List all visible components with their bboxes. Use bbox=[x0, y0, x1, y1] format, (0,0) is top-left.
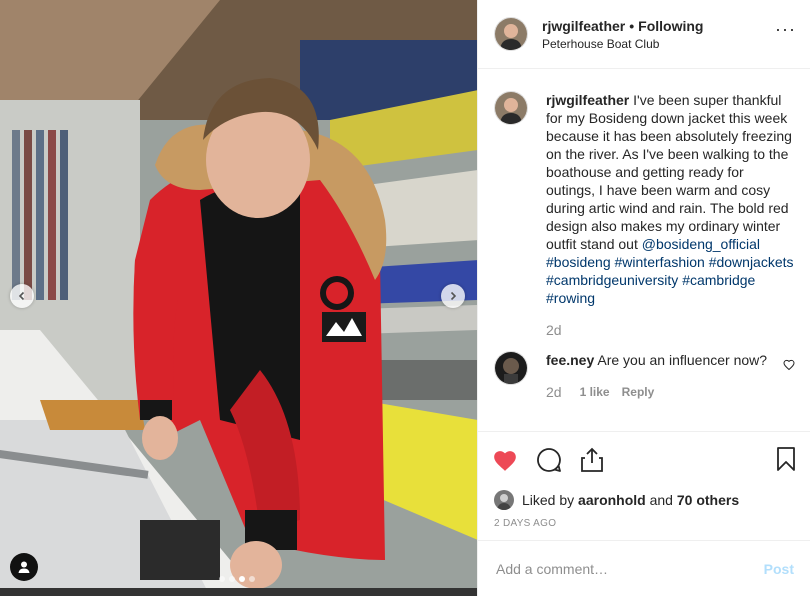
likes-summary: Liked by aaronhold and 70 others bbox=[478, 488, 810, 512]
previous-slide-button[interactable] bbox=[10, 284, 34, 308]
share-button[interactable] bbox=[580, 447, 604, 473]
comment-time[interactable]: 2d bbox=[546, 383, 562, 401]
comment-button[interactable] bbox=[536, 447, 562, 473]
caption-author-avatar[interactable] bbox=[494, 91, 528, 125]
liker-avatar[interactable] bbox=[494, 490, 514, 510]
add-comment-bar: Post bbox=[478, 540, 810, 596]
comment-likes[interactable]: 1 like bbox=[580, 383, 610, 401]
separator: • bbox=[629, 17, 635, 34]
hashtag-link[interactable]: #downjackets bbox=[709, 254, 794, 270]
photo-illustration bbox=[0, 0, 477, 596]
comment-bubble-icon bbox=[537, 448, 561, 472]
likes-others-link[interactable]: 70 others bbox=[677, 492, 739, 508]
commenter-username[interactable]: fee.ney bbox=[546, 352, 594, 368]
post-photo[interactable] bbox=[0, 0, 477, 596]
post-actions bbox=[478, 431, 810, 488]
hashtag-link[interactable]: #cambridge bbox=[682, 272, 755, 288]
bookmark-icon bbox=[777, 447, 795, 471]
liked-by-prefix: Liked by bbox=[522, 492, 575, 508]
comment-text: Are you an influencer now? bbox=[597, 352, 768, 368]
next-slide-button[interactable] bbox=[441, 284, 465, 308]
share-icon bbox=[581, 447, 603, 472]
liker-username[interactable]: aaronhold bbox=[578, 492, 646, 508]
carousel-indicator bbox=[219, 576, 255, 582]
hashtag-link[interactable]: #bosideng bbox=[546, 254, 611, 270]
comment-item: fee.ney Are you an influencer now? 2d 1 … bbox=[494, 351, 795, 401]
author-avatar[interactable] bbox=[494, 17, 528, 51]
comments-section: rjwgilfeather I've been super thankful f… bbox=[478, 69, 810, 431]
post-header: rjwgilfeather • Following Peterhouse Boat … bbox=[478, 0, 810, 69]
avatar-image bbox=[494, 490, 514, 510]
mention-link[interactable]: @bosideng_official bbox=[642, 236, 760, 252]
avatar-image bbox=[495, 18, 527, 50]
carousel-dot bbox=[229, 576, 235, 582]
instagram-post: rjwgilfeather • Following Peterhouse Boat … bbox=[0, 0, 810, 596]
tagged-users-button[interactable] bbox=[10, 553, 38, 581]
user-icon bbox=[18, 561, 30, 573]
more-options-icon[interactable]: ··· bbox=[775, 20, 796, 38]
heart-filled-icon bbox=[494, 451, 516, 471]
post-timestamp[interactable]: 2 DAYS AGO bbox=[478, 512, 810, 540]
chevron-left-icon bbox=[18, 291, 25, 301]
reply-button[interactable]: Reply bbox=[622, 383, 655, 401]
caption: rjwgilfeather I've been super thankful f… bbox=[494, 91, 794, 339]
carousel-dot bbox=[249, 576, 255, 582]
chevron-right-icon bbox=[450, 291, 457, 301]
carousel-dot bbox=[219, 576, 225, 582]
carousel-dot-active bbox=[239, 576, 245, 582]
caption-text: I've been super thankful for my Bosideng… bbox=[546, 92, 792, 252]
hashtag-link[interactable]: #winterfashion bbox=[615, 254, 705, 270]
author-username[interactable]: rjwgilfeather bbox=[542, 18, 625, 34]
like-button[interactable] bbox=[492, 448, 518, 472]
like-comment-heart-icon[interactable] bbox=[783, 359, 795, 371]
caption-username[interactable]: rjwgilfeather bbox=[546, 92, 629, 108]
avatar-image bbox=[495, 92, 527, 124]
commenter-avatar[interactable] bbox=[494, 351, 528, 385]
post-location[interactable]: Peterhouse Boat Club bbox=[542, 37, 703, 51]
post-details-panel: rjwgilfeather • Following Peterhouse Boat … bbox=[477, 0, 810, 596]
save-button[interactable] bbox=[776, 446, 796, 475]
comment-input[interactable] bbox=[494, 559, 764, 578]
hashtag-link[interactable]: #cambridgeuniversity bbox=[546, 272, 678, 288]
following-button[interactable]: Following bbox=[638, 18, 703, 34]
post-comment-button[interactable]: Post bbox=[764, 561, 794, 577]
caption-time[interactable]: 2d bbox=[546, 321, 562, 339]
hashtag-link[interactable]: #rowing bbox=[546, 290, 595, 306]
avatar-image bbox=[495, 352, 527, 384]
likes-conjunction: and bbox=[649, 492, 673, 508]
